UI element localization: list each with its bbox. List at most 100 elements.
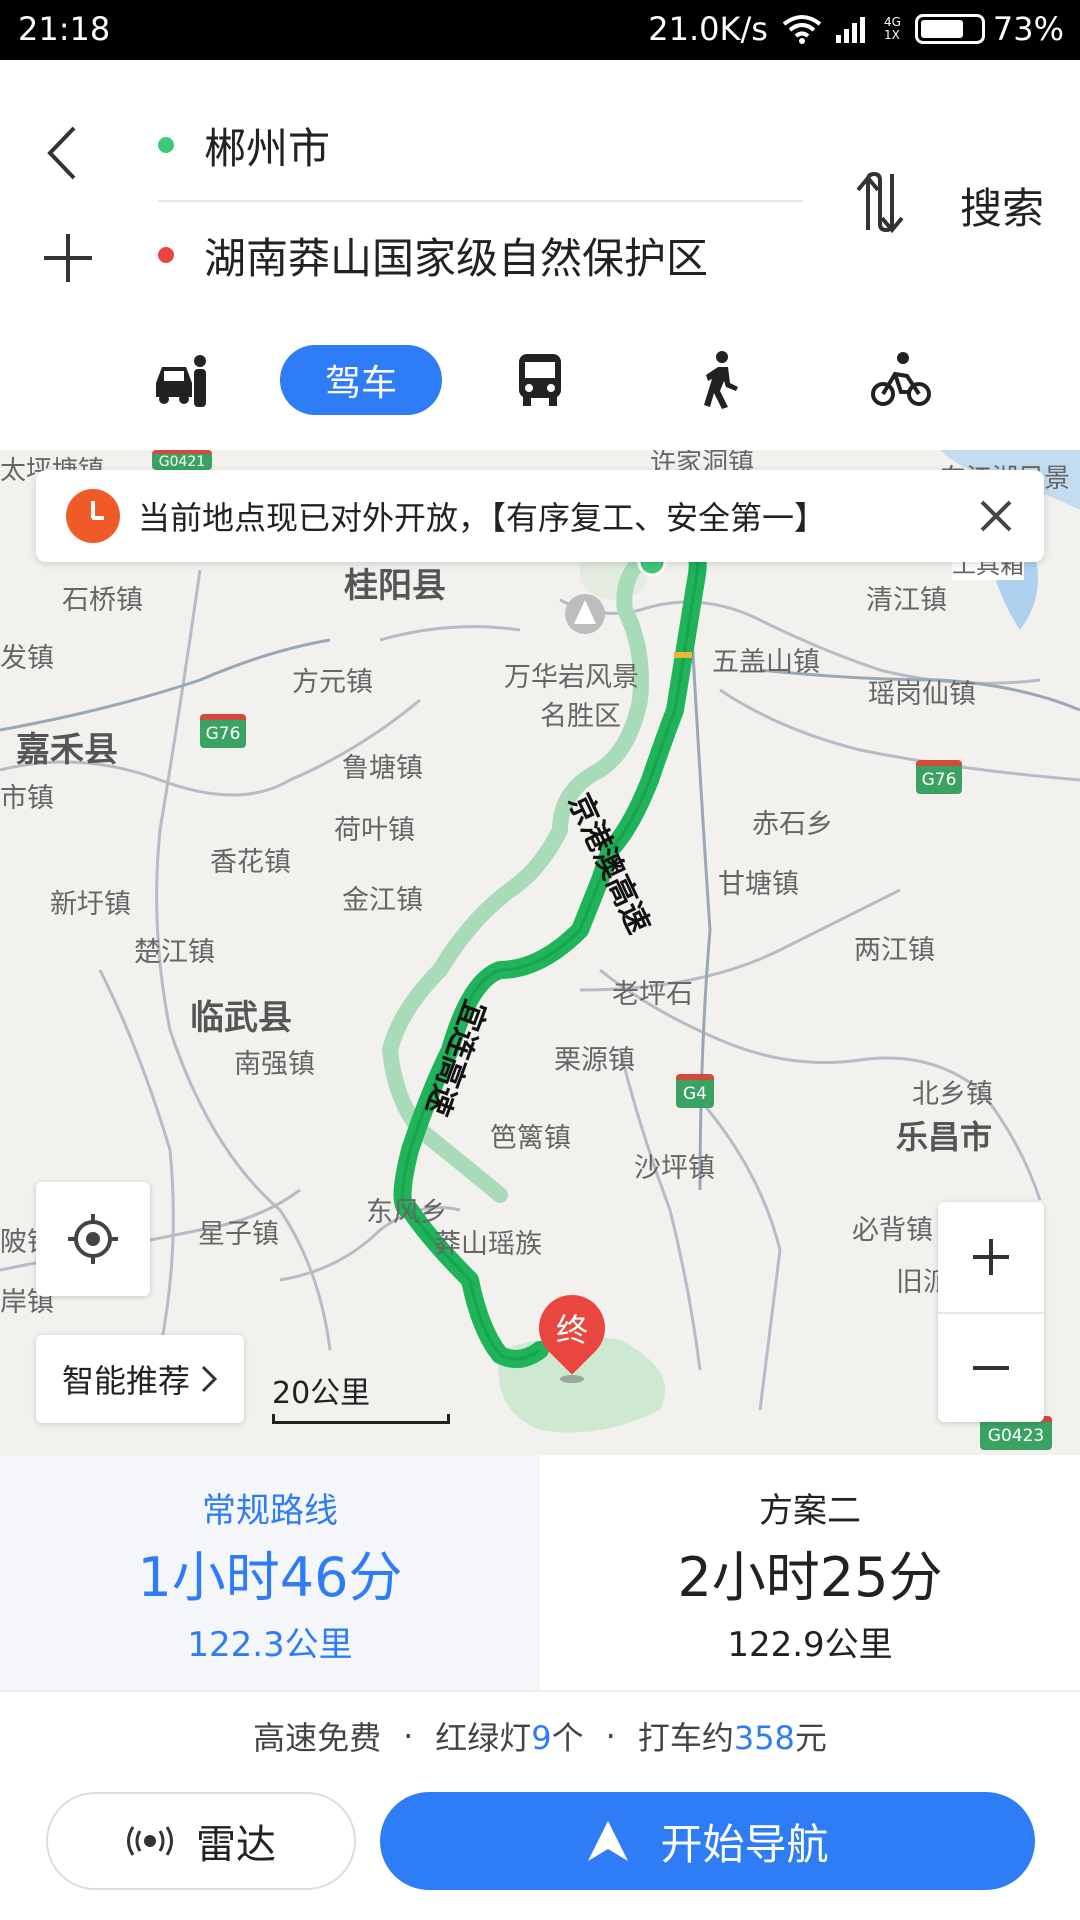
traffic-lights-count: 9 <box>531 1719 552 1757</box>
place-label: 石桥镇 <box>62 585 143 616</box>
place-label: 楚江镇 <box>134 937 215 968</box>
minus-icon <box>973 1366 1009 1370</box>
tab-bus[interactable] <box>510 345 570 415</box>
destination-text: 湖南莽山国家级自然保护区 <box>204 233 709 283</box>
tab-walk[interactable] <box>692 345 748 415</box>
wifi-icon <box>782 15 822 44</box>
highway-shield: G76 <box>916 760 962 794</box>
plan-distance: 122.3公里 <box>187 1625 353 1665</box>
route-map[interactable]: 京港澳高速 宜连高速 太坪塘镇 许家洞镇 东江湖风景 桂阳县 石桥镇 发镇 方元… <box>0 450 1080 1455</box>
locate-button[interactable] <box>36 1182 150 1296</box>
route-plan-2[interactable]: 方案二 2小时25分 122.9公里 <box>540 1455 1080 1690</box>
network-type-sub: 1X <box>883 28 900 42</box>
plus-icon <box>973 1239 1009 1275</box>
place-label: 必背镇 <box>852 1215 933 1246</box>
bottom-actions: 雷达 开始导航 <box>0 1780 1080 1920</box>
destination-dot <box>158 247 174 263</box>
highway-shield: G76 <box>200 714 246 748</box>
start-navigation-button[interactable]: 开始导航 <box>380 1792 1035 1890</box>
back-icon[interactable] <box>40 118 90 188</box>
bus-icon <box>519 354 561 406</box>
route-info: 高速免费 · 红绿灯9个 · 打车约358元 <box>0 1690 1080 1780</box>
taxi-fare-suffix: 元 <box>794 1719 827 1757</box>
toll-info: 高速免费 <box>253 1719 382 1757</box>
place-label: 荷叶镇 <box>334 815 415 846</box>
plan-name: 常规路线 <box>202 1491 338 1531</box>
tab-drive[interactable]: 驾车 <box>280 345 442 415</box>
battery-percent: 73% <box>992 10 1064 48</box>
place-label: 两江镇 <box>854 935 935 966</box>
taxi-icon <box>156 355 206 407</box>
separator: · <box>403 1717 414 1755</box>
zoom-in-button[interactable] <box>938 1202 1044 1312</box>
travel-mode-tabs: 驾车 <box>0 345 1080 430</box>
walk-icon <box>704 351 738 409</box>
plan-name: 方案二 <box>759 1491 861 1531</box>
place-label: 新圩镇 <box>50 889 131 920</box>
smart-recommend-label: 智能推荐 <box>61 1362 190 1400</box>
search-button[interactable]: 搜索 <box>960 175 1044 236</box>
place-label: 金江镇 <box>342 885 423 916</box>
place-label: 笆篱镇 <box>490 1123 571 1154</box>
destination-field[interactable]: 湖南莽山国家级自然保护区 <box>158 215 708 295</box>
plan-time: 1小时46分 <box>137 1546 403 1609</box>
radar-label: 雷达 <box>196 1822 276 1868</box>
taxi-fare-price: 358 <box>733 1719 795 1757</box>
place-label-county: 乐昌市 <box>896 1118 993 1156</box>
place-label: 鲁塘镇 <box>342 753 423 784</box>
field-divider <box>158 200 803 202</box>
highway-shield: G0421 <box>152 450 212 470</box>
place-label: 五盖山镇 <box>712 647 820 678</box>
place-label: 莽山瑶族 <box>434 1229 542 1260</box>
radar-button[interactable]: 雷达 <box>46 1792 356 1890</box>
route-plans: 常规路线 1小时46分 122.3公里 方案二 2小时25分 122.9公里 <box>0 1455 1080 1690</box>
traffic-lights-info: 红绿灯9个 <box>435 1713 583 1759</box>
place-label: 北乡镇 <box>912 1079 993 1110</box>
zoom-controls <box>938 1202 1044 1422</box>
plan-distance: 122.9公里 <box>727 1625 893 1665</box>
route-header: 郴州市 湖南莽山国家级自然保护区 搜索 驾车 <box>0 60 1080 450</box>
notice-banner[interactable]: 当前地点现已对外开放，【有序复工、安全第一】 <box>36 470 1044 562</box>
tab-bike[interactable] <box>868 345 934 415</box>
battery: 73% <box>914 10 1064 48</box>
navigation-arrow-icon <box>588 1821 629 1861</box>
swap-icon[interactable] <box>852 170 910 234</box>
place-label-county: 嘉禾县 <box>16 730 118 770</box>
place-label: 清江镇 <box>866 585 947 616</box>
zoom-out-button[interactable] <box>938 1312 1044 1422</box>
network-speed: 21.0K/s <box>648 10 768 48</box>
taxi-fare-info: 打车约358元 <box>638 1713 827 1759</box>
place-label: 南强镇 <box>234 1049 315 1080</box>
origin-text: 郴州市 <box>204 123 331 173</box>
network-type: 4G 1X <box>884 16 901 42</box>
origin-dot <box>158 137 174 153</box>
place-label: 瑶岗仙镇 <box>868 679 976 710</box>
status-right: 21.0K/s 4G 1X 73% <box>648 10 1064 48</box>
add-waypoint-icon[interactable] <box>40 230 96 286</box>
locate-icon <box>68 1214 118 1264</box>
signal-icon <box>835 17 865 43</box>
marker-base <box>560 1375 584 1383</box>
highway-shield: G4 <box>676 1074 714 1108</box>
place-label: 万华岩风景 <box>504 662 639 693</box>
scale-bar <box>272 1414 450 1424</box>
place-label-county: 桂阳县 <box>344 566 446 606</box>
place-label: 名胜区 <box>540 701 621 732</box>
status-bar: 21:18 21.0K/s 4G 1X 73% <box>0 0 1080 60</box>
destination-marker[interactable]: 终 <box>525 1281 619 1385</box>
route-plan-1[interactable]: 常规路线 1小时46分 122.3公里 <box>0 1455 540 1690</box>
start-navigation-label: 开始导航 <box>660 1819 829 1869</box>
place-label: 栗源镇 <box>554 1045 635 1076</box>
origin-field[interactable]: 郴州市 <box>158 105 330 185</box>
close-icon[interactable] <box>976 496 1016 536</box>
battery-fill <box>920 20 964 38</box>
radar-icon <box>127 1826 173 1856</box>
separator: · <box>605 1717 616 1755</box>
place-label: 星子镇 <box>198 1219 279 1250</box>
smart-recommend-button[interactable]: 智能推荐 <box>36 1335 244 1423</box>
clock-icon <box>66 489 120 543</box>
tab-taxi[interactable] <box>145 345 215 415</box>
place-label: 甘塘镇 <box>718 869 799 900</box>
plan-time: 2小时25分 <box>677 1546 943 1609</box>
place-label: 市镇 <box>0 783 54 814</box>
